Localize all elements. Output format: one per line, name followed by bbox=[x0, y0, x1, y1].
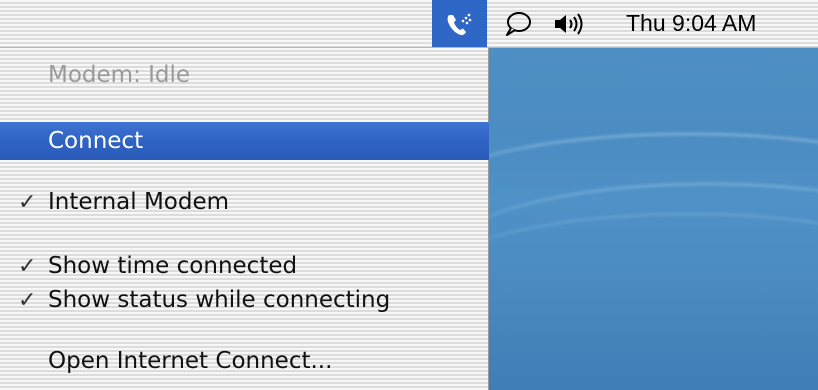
menu-item-label: Modem: Idle bbox=[48, 62, 191, 88]
desktop-swoosh bbox=[489, 213, 818, 375]
menu-item-show-time-connected[interactable]: ✓ Show time connected bbox=[0, 247, 489, 285]
checkmark-icon: ✓ bbox=[18, 189, 37, 215]
menu-item-show-status-while-connecting[interactable]: ✓ Show status while connecting bbox=[0, 281, 489, 319]
checkmark-icon: ✓ bbox=[18, 253, 37, 279]
modem-menu-extra[interactable] bbox=[432, 0, 487, 47]
menu-item-label: Show status while connecting bbox=[48, 287, 391, 313]
menu-item-connect[interactable]: Connect bbox=[0, 122, 489, 160]
desktop-background bbox=[489, 48, 818, 390]
menu-bar-clock[interactable]: Thu 9:04 AM bbox=[616, 0, 806, 47]
speaker-volume-icon bbox=[555, 12, 583, 35]
menu-item-open-internet-connect[interactable]: Open Internet Connect... bbox=[0, 342, 489, 380]
menu-item-label: Connect bbox=[48, 128, 144, 154]
checkmark-icon: ✓ bbox=[18, 287, 37, 313]
modem-status-menu: Modem: Idle Connect ✓ Internal Modem ✓ S… bbox=[0, 48, 489, 390]
menu-item-internal-modem[interactable]: ✓ Internal Modem bbox=[0, 183, 489, 221]
menu-item-modem-status: Modem: Idle bbox=[0, 56, 489, 94]
menu-item-label: Show time connected bbox=[48, 253, 298, 279]
ichat-menu-extra[interactable] bbox=[498, 0, 538, 47]
volume-menu-extra[interactable] bbox=[544, 0, 598, 47]
menu-item-label: Internal Modem bbox=[48, 189, 230, 215]
speech-bubble-icon bbox=[506, 11, 531, 36]
phone-modem-icon bbox=[447, 13, 471, 35]
menu-item-label: Open Internet Connect... bbox=[48, 348, 333, 374]
menu-bar: Thu 9:04 AM bbox=[0, 0, 818, 48]
